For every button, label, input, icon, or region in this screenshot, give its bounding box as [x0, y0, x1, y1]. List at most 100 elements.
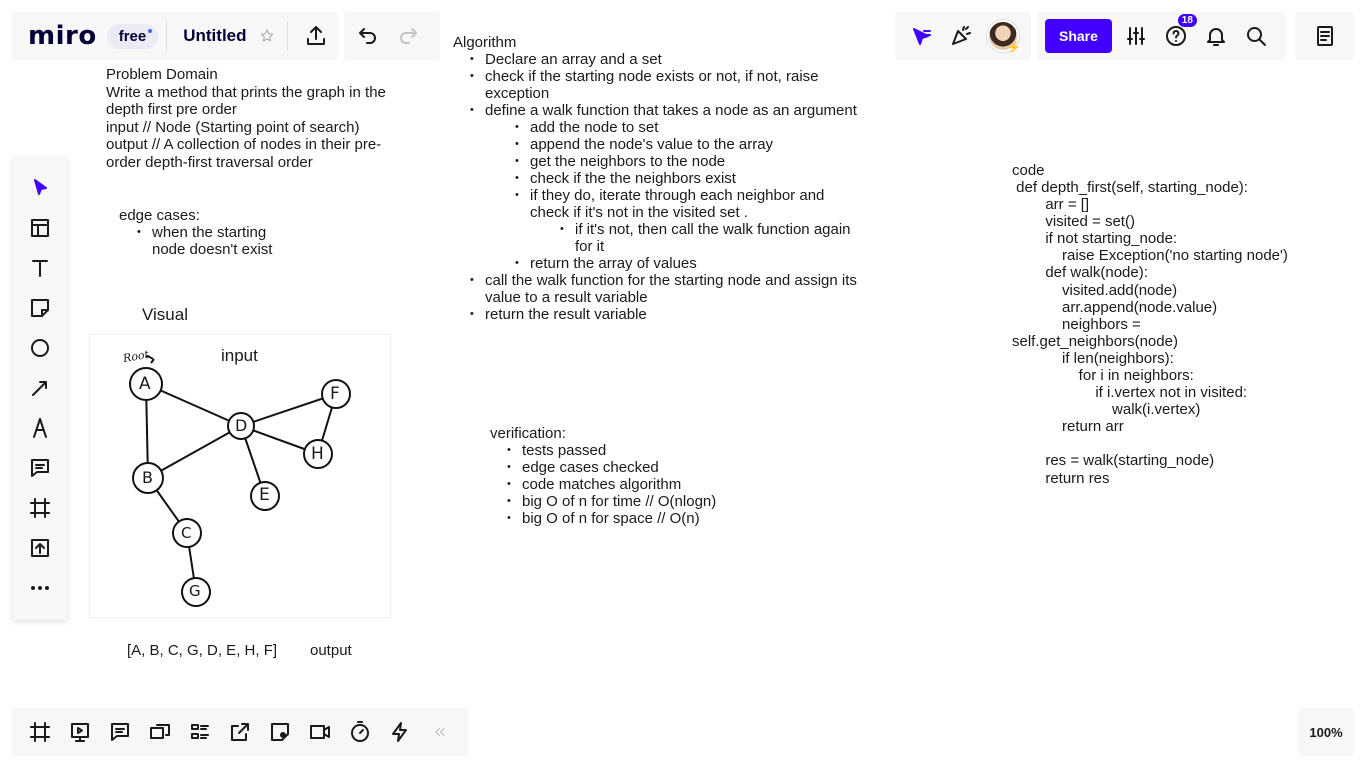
code-line: self.get_neighbors(node): [1012, 332, 1178, 350]
pen-icon[interactable]: [20, 408, 60, 448]
problem-domain-note[interactable]: Problem Domain Write a method that print…: [106, 66, 416, 172]
undo-redo-panel: [344, 12, 440, 60]
edge-cases-note[interactable]: edge cases: when the starting node doesn…: [119, 207, 319, 258]
upload-icon[interactable]: [20, 528, 60, 568]
text-tool-icon[interactable]: [20, 248, 60, 288]
code-line: neighbors =: [1012, 315, 1141, 333]
board-menu-panel: [1295, 12, 1354, 60]
undo-icon[interactable]: [348, 16, 388, 56]
bottom-toolbar: [12, 708, 468, 756]
algorithm-substep: add the node to set: [515, 119, 873, 136]
more-tools-icon[interactable]: [20, 568, 60, 608]
shapes-icon[interactable]: [20, 328, 60, 368]
code-line: for i in neighbors:: [1012, 367, 1194, 385]
algorithm-heading: Algorithm: [453, 34, 517, 51]
graph-node-label: D: [235, 416, 248, 435]
code-line: return arr: [1012, 418, 1124, 436]
verification-item: tests passed: [507, 442, 750, 459]
graph-node-label: B: [142, 468, 153, 487]
settings-sliders-icon[interactable]: [1116, 16, 1156, 56]
code-line: res = walk(starting_node): [1012, 452, 1215, 470]
left-toolbar: [12, 156, 68, 620]
verification-note[interactable]: verification: tests passed edge cases ch…: [490, 425, 750, 527]
algorithm-step: call the walk function for the starting …: [470, 272, 873, 289]
reactions-icon[interactable]: [941, 16, 981, 56]
graph-node-label: C: [181, 524, 192, 542]
code-heading: code: [1012, 162, 1045, 179]
graph-node-label: A: [139, 374, 151, 394]
verification-item: big O of n for time // O(nlogn): [507, 493, 750, 510]
verification-item: code matches algorithm: [507, 476, 750, 493]
notifications-bell-icon[interactable]: [1196, 16, 1236, 56]
board-title[interactable]: Untitled: [175, 26, 254, 46]
algorithm-step: return the result variable: [470, 306, 873, 323]
open-external-icon[interactable]: [220, 712, 260, 752]
screen-share-icon[interactable]: [140, 712, 180, 752]
code-line: walk(i.vertex): [1012, 401, 1201, 419]
algorithm-substep: append the node's value to the array: [515, 136, 873, 153]
lightning-icon[interactable]: [380, 712, 420, 752]
sticky-note-icon[interactable]: [20, 288, 60, 328]
comment-icon[interactable]: [20, 448, 60, 488]
graph-drawing: [129, 355, 351, 607]
frame-icon[interactable]: [20, 488, 60, 528]
verification-heading: verification:: [490, 425, 566, 442]
export-icon[interactable]: [296, 16, 336, 56]
code-line: arr = []: [1012, 196, 1090, 214]
divider: [286, 22, 288, 50]
problem-domain-line: Write a method that prints the graph in …: [106, 83, 386, 101]
presentation-icon[interactable]: [60, 712, 100, 752]
miro-logo[interactable]: miro: [28, 21, 97, 51]
redo-icon[interactable]: [388, 16, 428, 56]
help-badge: 18: [1177, 14, 1197, 27]
problem-domain-line: input // Node (Starting point of search): [106, 118, 360, 136]
input-label: input: [221, 346, 258, 365]
code-line: if len(neighbors):: [1012, 349, 1174, 367]
user-avatar[interactable]: ⚡: [987, 20, 1021, 54]
algorithm-step: check if the starting node exists or not…: [470, 68, 873, 85]
cards-icon[interactable]: [180, 712, 220, 752]
star-icon[interactable]: [255, 16, 279, 56]
code-line: visited.add(node): [1012, 281, 1178, 299]
sticky-board-icon[interactable]: [260, 712, 300, 752]
templates-icon[interactable]: [20, 208, 60, 248]
frames-icon[interactable]: [20, 712, 60, 752]
output-label[interactable]: output: [310, 642, 352, 659]
comments-icon[interactable]: [100, 712, 140, 752]
plan-dot-icon: [148, 28, 153, 33]
collab-panel: ⚡: [895, 12, 1031, 60]
zoom-level[interactable]: 100%: [1298, 708, 1354, 756]
algorithm-subsubstep: if it's not, then call the walk function…: [560, 221, 873, 238]
graph-image[interactable]: A B C D E F G H Root input: [90, 335, 390, 617]
cursor-follow-icon[interactable]: [901, 16, 941, 56]
select-cursor-icon[interactable]: [20, 168, 60, 208]
edge-case-item: when the starting: [137, 224, 319, 241]
share-button[interactable]: Share: [1045, 19, 1112, 53]
board-notes-icon[interactable]: [1305, 16, 1345, 56]
algorithm-step: exception: [485, 85, 550, 102]
help-icon[interactable]: 18: [1156, 14, 1197, 56]
code-line: if not starting_node:: [1012, 230, 1178, 248]
plan-badge[interactable]: free: [106, 23, 159, 49]
output-value[interactable]: [A, B, C, G, D, E, H, F]: [127, 642, 277, 659]
edge-cases-heading: edge cases:: [119, 207, 200, 224]
problem-domain-line: output // A collection of nodes in their…: [106, 136, 382, 154]
timer-icon[interactable]: [340, 712, 380, 752]
graph-node-label: F: [330, 384, 340, 404]
visual-heading[interactable]: Visual: [142, 306, 188, 323]
code-note[interactable]: code def depth_first(self, starting_node…: [1012, 162, 1312, 487]
algorithm-substep: if they do, iterate through each neighbo…: [515, 187, 873, 204]
code-line: def walk(node):: [1012, 264, 1148, 282]
code-line: return res: [1012, 469, 1110, 487]
top-right-toolbar: Share 18: [1037, 12, 1286, 60]
code-line: raise Exception('no starting node'): [1012, 247, 1288, 265]
problem-domain-line: depth first pre order: [106, 101, 237, 119]
edge-case-item: node doesn't exist: [152, 241, 273, 258]
video-call-icon[interactable]: [300, 712, 340, 752]
code-line: visited = set(): [1012, 213, 1135, 231]
collapse-toolbar-icon[interactable]: [420, 712, 460, 752]
algorithm-note[interactable]: Algorithm Declare an array and a set che…: [453, 34, 873, 323]
connection-line-icon[interactable]: [20, 368, 60, 408]
divider: [166, 22, 168, 50]
search-icon[interactable]: [1236, 16, 1276, 56]
